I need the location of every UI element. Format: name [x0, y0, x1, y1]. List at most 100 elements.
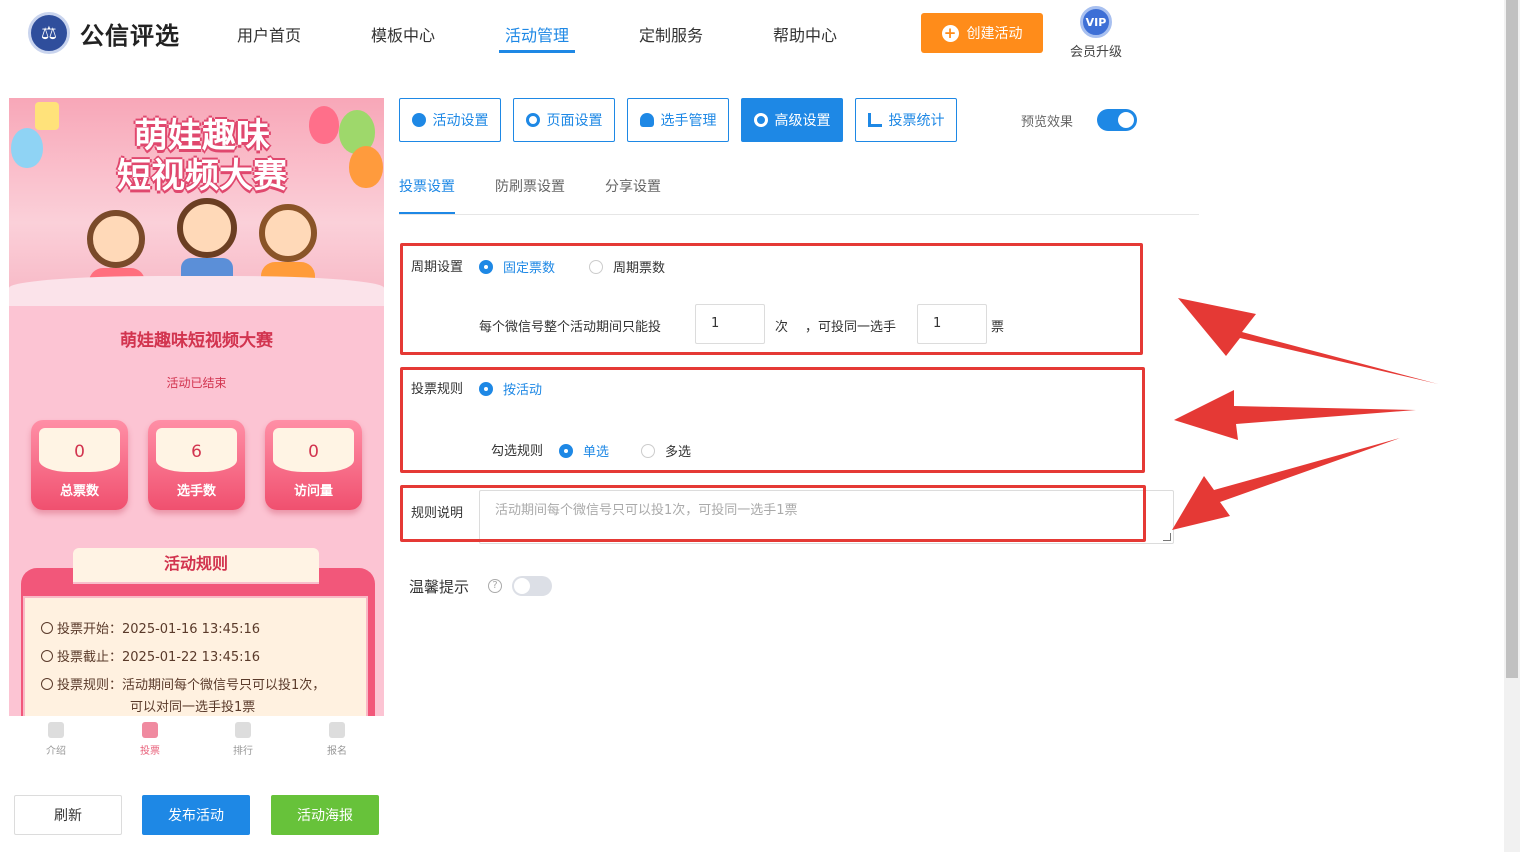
times-input[interactable]: 1 [695, 304, 765, 344]
kid-illustration [177, 198, 237, 258]
radio-fixed-votes[interactable]: 固定票数 [479, 257, 555, 276]
radio-by-activity[interactable]: 按活动 [479, 379, 542, 398]
phone-tab-vote[interactable]: 投票 [130, 722, 170, 757]
balloon-decoration [349, 146, 383, 188]
tab-page-settings[interactable]: 页面设置 [513, 98, 615, 142]
rule-vote-rule: 投票规则：活动期间每个微信号只可以投1次， [41, 674, 325, 693]
create-activity-button[interactable]: + 创建活动 [921, 13, 1043, 53]
phone-tab-signup[interactable]: 报名 [317, 722, 357, 757]
rules-title: 活动规则 [73, 548, 319, 582]
heart-icon [235, 722, 251, 738]
tab-advanced-settings[interactable]: 高级设置 [741, 98, 843, 142]
tab-label: 选手管理 [660, 113, 717, 129]
advanced-gear-icon [753, 113, 768, 127]
rule-text-line1: 投票规则：活动期间每个微信号只可以投1次， [57, 678, 326, 693]
logo-text: 公信评选 [80, 21, 180, 50]
radio-multi-choice[interactable]: 多选 [641, 441, 691, 460]
page-root: ⚖ 公信评选 用户首页 模板中心 活动管理 定制服务 帮助中心 + 创建活动 V… [0, 0, 1520, 852]
tab-label: 活动设置 [432, 113, 489, 129]
vip-badge-icon: VIP [1080, 6, 1112, 38]
radio-dot [641, 443, 655, 458]
subtab-share-settings[interactable]: 分享设置 [605, 176, 661, 196]
stat-value: 6 [156, 428, 237, 472]
stat-value: 0 [273, 428, 354, 472]
clock-icon [41, 650, 53, 662]
activity-poster-button[interactable]: 活动海报 [271, 795, 379, 835]
info-icon [41, 678, 53, 690]
radio-label: 固定票数 [503, 261, 556, 276]
activity-title: 萌娃趣味短视频大赛 [120, 331, 273, 351]
users-icon [639, 113, 654, 127]
banner-title-line2: 短视频大赛 [117, 156, 287, 196]
votes-input[interactable]: 1 [917, 304, 987, 344]
stat-visits: 0 访问量 [265, 420, 362, 510]
rule-end-time: 投票截止：2025-01-22 13:45:16 [41, 646, 260, 665]
page-scrollbar-thumb[interactable] [1506, 0, 1518, 678]
radio-label: 单选 [583, 445, 610, 460]
nav-custom-service[interactable]: 定制服务 [639, 22, 703, 46]
gear-icon [525, 113, 540, 127]
red-arrow-icon [1174, 390, 1416, 440]
radio-dot [559, 443, 573, 458]
phone-tab-label: 报名 [327, 746, 347, 757]
annotation-arrows [1172, 298, 1438, 530]
subtab-divider [399, 214, 1199, 215]
balloon-decoration [11, 128, 43, 168]
subtab-vote-settings[interactable]: 投票设置 [399, 176, 455, 196]
create-activity-label: 创建活动 [966, 26, 1023, 42]
plus-icon: + [941, 24, 959, 42]
star-icon [411, 113, 426, 127]
nav-activity-management[interactable]: 活动管理 [505, 22, 569, 46]
rule-start-text: 投票开始：2025-01-16 13:45:16 [57, 622, 261, 637]
times-unit: 次 [775, 320, 789, 335]
activity-status: 活动已结束 [166, 376, 227, 390]
kid-illustration [87, 210, 145, 268]
nav-help-center[interactable]: 帮助中心 [773, 22, 837, 46]
vote-box-icon [142, 722, 158, 738]
nav-template-center[interactable]: 模板中心 [371, 22, 435, 46]
refresh-button[interactable]: 刷新 [14, 795, 122, 835]
rule-vote-rule-cont: 可以对同一选手投1票 [130, 700, 256, 715]
publish-activity-button[interactable]: 发布活动 [142, 795, 250, 835]
question-icon[interactable]: ? [488, 579, 502, 593]
vip-upgrade[interactable]: VIP 会员升级 [1068, 6, 1124, 60]
phone-tab-intro[interactable]: 介绍 [36, 722, 76, 757]
banner-image: 萌娃趣味 短视频大赛 [9, 98, 384, 306]
rule-start-time: 投票开始：2025-01-16 13:45:16 [41, 618, 260, 637]
scales-logo-icon: ⚖ [28, 12, 70, 54]
period-settings-label: 周期设置 [411, 260, 464, 275]
radio-label: 周期票数 [613, 261, 666, 276]
tab-contestant-management[interactable]: 选手管理 [627, 98, 729, 142]
rule-end-text: 投票截止：2025-01-22 13:45:16 [57, 650, 261, 665]
phone-preview: 萌娃趣味 短视频大赛 萌娃趣味短视频大赛 活动已结束 0 总票数 6 选手数 0… [9, 98, 384, 716]
cloud-decoration [9, 276, 384, 306]
check-rule-label: 勾选规则 [491, 444, 544, 459]
bar-chart-icon [867, 113, 882, 127]
red-arrow-icon [1172, 438, 1400, 530]
phone-tab-label: 排行 [233, 746, 253, 757]
radio-cycle-votes[interactable]: 周期票数 [589, 257, 665, 276]
stat-label: 选手数 [176, 484, 216, 499]
tab-activity-settings[interactable]: 活动设置 [399, 98, 501, 142]
tab-label: 高级设置 [774, 113, 831, 129]
stat-label: 总票数 [59, 484, 99, 499]
tab-vote-statistics[interactable]: 投票统计 [855, 98, 957, 142]
nav-user-home[interactable]: 用户首页 [237, 22, 301, 46]
period-sentence-middle: ，可投同一选手 [805, 320, 897, 335]
radio-dot [479, 259, 493, 274]
radio-single-choice[interactable]: 单选 [559, 441, 609, 460]
logo[interactable]: ⚖ 公信评选 [28, 12, 180, 54]
banner-title-line1: 萌娃趣味 [134, 116, 270, 156]
stat-contestants: 6 选手数 [148, 420, 245, 510]
nav-active-indicator [499, 50, 575, 53]
subtab-anti-fraud[interactable]: 防刷票设置 [495, 176, 565, 196]
warm-tip-toggle[interactable] [512, 576, 552, 596]
preview-effect-toggle[interactable] [1097, 109, 1137, 131]
kid-illustration [259, 204, 317, 262]
phone-tab-rank[interactable]: 排行 [223, 722, 263, 757]
phone-tab-label: 介绍 [46, 746, 66, 757]
tab-label: 页面设置 [546, 113, 603, 129]
pencil-icon [329, 722, 345, 738]
period-sentence-prefix: 每个微信号整个活动期间只能投 [479, 320, 662, 335]
stat-label: 访问量 [293, 484, 333, 499]
